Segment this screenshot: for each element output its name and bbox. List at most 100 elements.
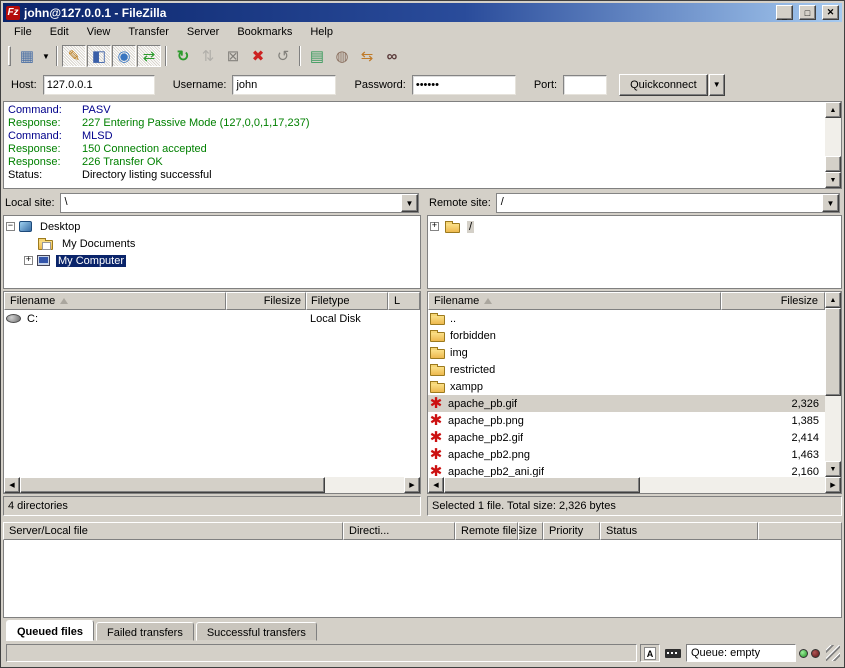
combo-dropdown-icon[interactable]: ▼	[822, 194, 839, 212]
column-header-remote-file[interactable]: Remote file	[455, 522, 518, 540]
disconnect-icon[interactable]: ✖	[246, 45, 270, 67]
resize-grip-icon[interactable]	[826, 645, 840, 661]
remote-vertical-scrollbar[interactable]: ▲ ▼	[825, 292, 841, 477]
file-row[interactable]: xampp	[428, 378, 825, 395]
remote-site-combobox[interactable]: / ▼	[496, 193, 840, 213]
scroll-left-icon[interactable]: ◀	[428, 477, 444, 493]
file-row[interactable]: restricted	[428, 361, 825, 378]
tab-successful-transfers[interactable]: Successful transfers	[196, 622, 317, 641]
host-input[interactable]	[43, 75, 155, 95]
folder-icon	[430, 383, 445, 393]
scroll-up-icon[interactable]: ▲	[825, 102, 841, 118]
directory-comparison-icon[interactable]: ◍	[330, 45, 354, 67]
column-header-status[interactable]: Status	[600, 522, 758, 540]
process-queue-icon[interactable]: ⇅	[196, 45, 220, 67]
scroll-down-icon[interactable]: ▼	[825, 172, 841, 188]
tree-item-my-documents[interactable]: My Documents	[36, 235, 418, 252]
title-bar[interactable]: Fz john@127.0.0.1 - FileZilla _ □ ✕	[3, 3, 842, 22]
find-files-icon[interactable]: ∞	[380, 45, 404, 67]
column-header-direction[interactable]: Directi...	[343, 522, 455, 540]
menu-view[interactable]: View	[78, 23, 120, 41]
port-input[interactable]	[563, 75, 607, 95]
column-header-filesize[interactable]: Filesize	[721, 292, 825, 310]
scroll-left-icon[interactable]: ◀	[4, 477, 20, 493]
scrollbar-thumb[interactable]	[825, 156, 841, 172]
expand-icon[interactable]: +	[430, 222, 439, 231]
column-header-last-modified[interactable]: L	[388, 292, 420, 310]
column-header-size[interactable]: Size	[518, 522, 543, 540]
directory-filters-icon[interactable]: ▤	[305, 45, 329, 67]
column-header-priority[interactable]: Priority	[543, 522, 600, 540]
minimize-button[interactable]: _	[776, 5, 793, 20]
column-header-filename[interactable]: Filename	[4, 292, 226, 310]
scrollbar-thumb[interactable]	[20, 477, 325, 493]
toggle-transfer-queue-icon[interactable]: ⇄	[137, 45, 161, 67]
scrollbar-thumb[interactable]	[825, 308, 841, 396]
menu-server[interactable]: Server	[178, 23, 228, 41]
refresh-icon[interactable]: ↻	[171, 45, 195, 67]
scroll-up-icon[interactable]: ▲	[825, 292, 841, 308]
scroll-down-icon[interactable]: ▼	[825, 461, 841, 477]
expand-icon[interactable]: +	[24, 256, 33, 265]
toggle-message-log-icon[interactable]: ✎	[62, 45, 86, 67]
file-row-c-drive[interactable]: C: Local Disk	[4, 310, 420, 327]
username-input[interactable]	[232, 75, 336, 95]
tree-item-desktop[interactable]: − Desktop	[6, 218, 418, 235]
transfer-type-indicator[interactable]: A	[640, 644, 660, 662]
file-row-selected[interactable]: apache_pb.gif2,326	[428, 395, 825, 412]
remote-status-text: Selected 1 file. Total size: 2,326 bytes	[427, 496, 842, 516]
maximize-button[interactable]: □	[799, 5, 816, 20]
toggle-remote-tree-icon[interactable]: ◉	[112, 45, 136, 67]
column-header-empty	[758, 522, 842, 540]
column-header-server-local-file[interactable]: Server/Local file	[3, 522, 343, 540]
synchronized-browsing-icon[interactable]: ⇆	[355, 45, 379, 67]
menu-help[interactable]: Help	[301, 23, 342, 41]
local-file-list: Filename Filesize Filetype L C: Local Di…	[3, 291, 421, 494]
cancel-operation-icon[interactable]: ⊠	[221, 45, 245, 67]
tree-item-my-computer[interactable]: + My Computer	[24, 252, 418, 269]
quickconnect-button[interactable]: Quickconnect	[619, 74, 708, 96]
quickconnect-dropdown-icon[interactable]: ▼	[709, 74, 725, 96]
tab-queued-files[interactable]: Queued files	[6, 620, 94, 641]
file-row[interactable]: img	[428, 344, 825, 361]
scroll-right-icon[interactable]: ▶	[404, 477, 420, 493]
file-row[interactable]: ..	[428, 310, 825, 327]
local-site-bar: Local site: \ ▼	[3, 191, 421, 215]
speed-limit-indicator[interactable]	[663, 649, 683, 658]
image-file-icon	[428, 465, 444, 478]
computer-icon	[37, 255, 50, 266]
site-manager-dropdown-icon[interactable]: ▼	[40, 45, 52, 67]
status-bar: A Queue: empty	[3, 641, 842, 665]
file-row[interactable]: forbidden	[428, 327, 825, 344]
menu-edit[interactable]: Edit	[41, 23, 78, 41]
column-header-filesize[interactable]: Filesize	[226, 292, 306, 310]
file-row[interactable]: apache_pb.png1,385	[428, 412, 825, 429]
log-scrollbar[interactable]: ▲ ▼	[825, 102, 841, 188]
local-site-combobox[interactable]: \ ▼	[60, 193, 419, 213]
menu-bookmarks[interactable]: Bookmarks	[228, 23, 301, 41]
site-manager-icon[interactable]: ▦	[15, 45, 39, 67]
file-row[interactable]: apache_pb2.gif2,414	[428, 429, 825, 446]
column-header-filetype[interactable]: Filetype	[306, 292, 388, 310]
scrollbar-thumb[interactable]	[444, 477, 640, 493]
file-row[interactable]: apache_pb2.png1,463	[428, 446, 825, 463]
menu-file[interactable]: File	[5, 23, 41, 41]
menu-transfer[interactable]: Transfer	[119, 23, 178, 41]
image-file-icon	[428, 448, 444, 462]
reconnect-icon[interactable]: ↺	[271, 45, 295, 67]
password-input[interactable]	[412, 75, 516, 95]
log-line: Command:MLSD	[8, 130, 821, 143]
tab-failed-transfers[interactable]: Failed transfers	[96, 622, 194, 641]
remote-horizontal-scrollbar[interactable]: ◀ ▶	[428, 477, 841, 493]
remote-list-header: Filename Filesize	[428, 292, 825, 310]
combo-dropdown-icon[interactable]: ▼	[401, 194, 418, 212]
scroll-right-icon[interactable]: ▶	[825, 477, 841, 493]
tree-item-root[interactable]: + /	[430, 218, 839, 235]
close-button[interactable]: ✕	[822, 5, 839, 20]
drive-icon	[6, 314, 21, 323]
toggle-local-tree-icon[interactable]: ◧	[87, 45, 111, 67]
file-row[interactable]: apache_pb2_ani.gif2,160	[428, 463, 825, 477]
local-horizontal-scrollbar[interactable]: ◀ ▶	[4, 477, 420, 493]
collapse-icon[interactable]: −	[6, 222, 15, 231]
column-header-filename[interactable]: Filename	[428, 292, 721, 310]
